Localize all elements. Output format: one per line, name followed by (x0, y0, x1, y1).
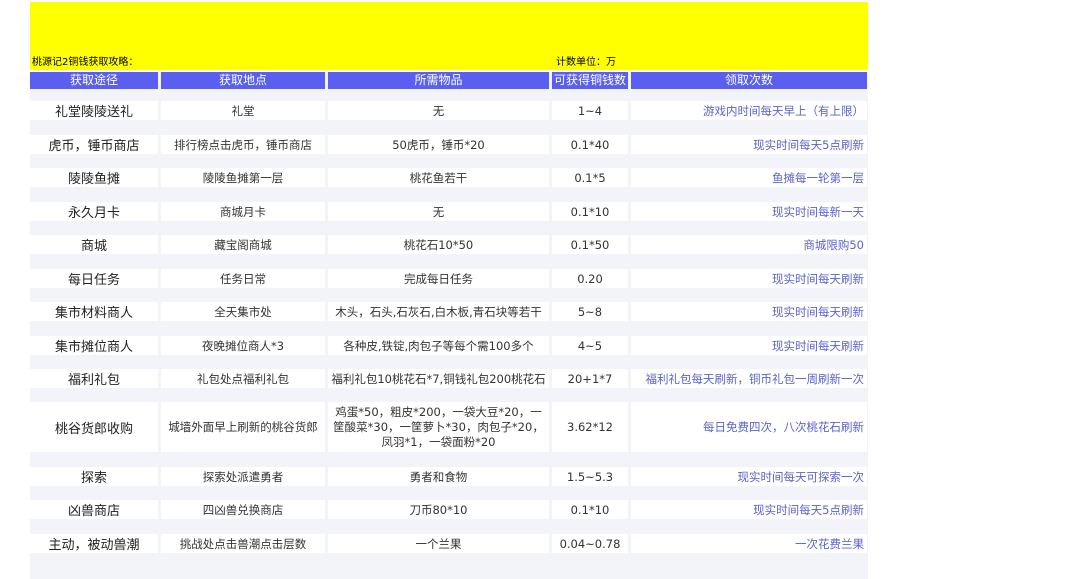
cell-method[interactable]: 陵陵鱼摊 (30, 168, 158, 187)
header-count[interactable]: 领取次数 (631, 72, 867, 89)
sheet-title: 桃源记2铜钱获取攻略： (32, 57, 139, 68)
cell-coins[interactable]: 5~8 (552, 302, 628, 321)
cell-coins[interactable]: 0.1*10 (552, 500, 628, 519)
cell-count[interactable]: 现实时间每天可探索一次 (631, 467, 867, 486)
cell-location[interactable]: 藏宝阁商城 (161, 235, 325, 254)
cell-coins[interactable]: 1~4 (552, 101, 628, 120)
cell-location[interactable]: 礼堂 (161, 101, 325, 120)
cell-method[interactable]: 福利礼包 (30, 369, 158, 388)
cell-method[interactable]: 主动，被动兽潮 (30, 534, 158, 553)
cell-location[interactable]: 全天集市处 (161, 302, 325, 321)
cell-coins[interactable]: 0.04~0.78 (552, 534, 628, 553)
cell-items[interactable]: 桃花鱼若干 (328, 168, 549, 187)
cell-method[interactable]: 集市摊位商人 (30, 336, 158, 355)
cell-count[interactable]: 鱼摊每一轮第一层 (631, 168, 867, 187)
spreadsheet-page: 桃源记2铜钱获取攻略： 计数单位：万 获取途径 获取地点 所需物品 可获得铜钱数 领取次… (0, 0, 1080, 579)
cell-method[interactable]: 探索 (30, 467, 158, 486)
cell-count[interactable]: 现实时间每天5点刷新 (631, 135, 867, 154)
cell-items[interactable]: 无 (328, 202, 549, 221)
cell-location[interactable]: 城墙外面早上刷新的桃谷货郎 (161, 402, 325, 452)
header-method[interactable]: 获取途径 (30, 72, 158, 89)
cell-location[interactable]: 探索处派遣勇者 (161, 467, 325, 486)
cell-location[interactable]: 商城月卡 (161, 202, 325, 221)
cell-coins[interactable]: 0.1*5 (552, 168, 628, 187)
cell-location[interactable]: 排行榜点击虎币，锤币商店 (161, 135, 325, 154)
cell-location[interactable]: 任务日常 (161, 269, 325, 288)
cell-method[interactable]: 凶兽商店 (30, 500, 158, 519)
cell-items[interactable]: 刀币80*10 (328, 500, 549, 519)
cell-location[interactable]: 陵陵鱼摊第一层 (161, 168, 325, 187)
cell-items[interactable]: 无 (328, 101, 549, 120)
cell-count[interactable]: 福利礼包每天刷新，铜币礼包一周刷新一次 (631, 369, 867, 388)
cell-location[interactable]: 夜晚摊位商人*3 (161, 336, 325, 355)
header-location[interactable]: 获取地点 (161, 72, 325, 89)
header-coins[interactable]: 可获得铜钱数 (552, 72, 628, 89)
cell-items[interactable]: 福利礼包10桃花石*7,铜钱礼包200桃花石 (328, 369, 549, 388)
cell-method[interactable]: 集市材料商人 (30, 302, 158, 321)
cell-items[interactable]: 鸡蛋*50，粗皮*200，一袋大豆*20，一筐酸菜*30，一筐萝卜*30，肉包子… (328, 402, 549, 452)
cell-items[interactable]: 一个兰果 (328, 534, 549, 553)
cell-location[interactable]: 礼包处点福利礼包 (161, 369, 325, 388)
cell-coins[interactable]: 3.62*12 (552, 402, 628, 452)
cell-count[interactable]: 现实时间每天刷新 (631, 269, 867, 288)
cell-items[interactable]: 桃花石10*50 (328, 235, 549, 254)
cell-count[interactable]: 游戏内时间每天早上（有上限） (631, 101, 867, 120)
cell-coins[interactable]: 20+1*7 (552, 369, 628, 388)
cell-items[interactable]: 50虎币，锤币*20 (328, 135, 549, 154)
cell-count[interactable]: 商城限购50 (631, 235, 867, 254)
unit-label: 计数单位：万 (556, 57, 616, 68)
cell-count[interactable]: 现实时间每天5点刷新 (631, 500, 867, 519)
cell-method[interactable]: 虎币，锤币商店 (30, 135, 158, 154)
cell-location[interactable]: 挑战处点击兽潮点击层数 (161, 534, 325, 553)
cell-coins[interactable]: 0.1*10 (552, 202, 628, 221)
cell-items[interactable]: 木头，石头,石灰石,白木板,青石块等若干 (328, 302, 549, 321)
cell-count[interactable]: 一次花费兰果 (631, 534, 867, 553)
cell-method[interactable]: 每日任务 (30, 269, 158, 288)
cell-items[interactable]: 完成每日任务 (328, 269, 549, 288)
cell-count[interactable]: 现实时间每天刷新 (631, 336, 867, 355)
cell-location[interactable]: 四凶兽兑换商店 (161, 500, 325, 519)
title-banner: 桃源记2铜钱获取攻略： 计数单位：万 (30, 2, 868, 70)
cell-coins[interactable]: 1.5~5.3 (552, 467, 628, 486)
cell-method[interactable]: 永久月卡 (30, 202, 158, 221)
cell-count[interactable]: 每日免费四次，八次桃花石刷新 (631, 402, 867, 452)
cell-count[interactable]: 现实时间每新一天 (631, 202, 867, 221)
cell-method[interactable]: 商城 (30, 235, 158, 254)
cell-coins[interactable]: 0.1*40 (552, 135, 628, 154)
cell-method[interactable]: 桃谷货郎收购 (30, 402, 158, 452)
cell-items[interactable]: 勇者和食物 (328, 467, 549, 486)
cell-count[interactable]: 现实时间每天刷新 (631, 302, 867, 321)
cell-coins[interactable]: 0.20 (552, 269, 628, 288)
header-items[interactable]: 所需物品 (328, 72, 549, 89)
cell-coins[interactable]: 0.1*50 (552, 235, 628, 254)
empty-row (30, 562, 868, 579)
cell-coins[interactable]: 4~5 (552, 336, 628, 355)
cell-method[interactable]: 礼堂陵陵送礼 (30, 101, 158, 120)
cell-items[interactable]: 各种皮,铁锭,肉包子等每个需100多个 (328, 336, 549, 355)
